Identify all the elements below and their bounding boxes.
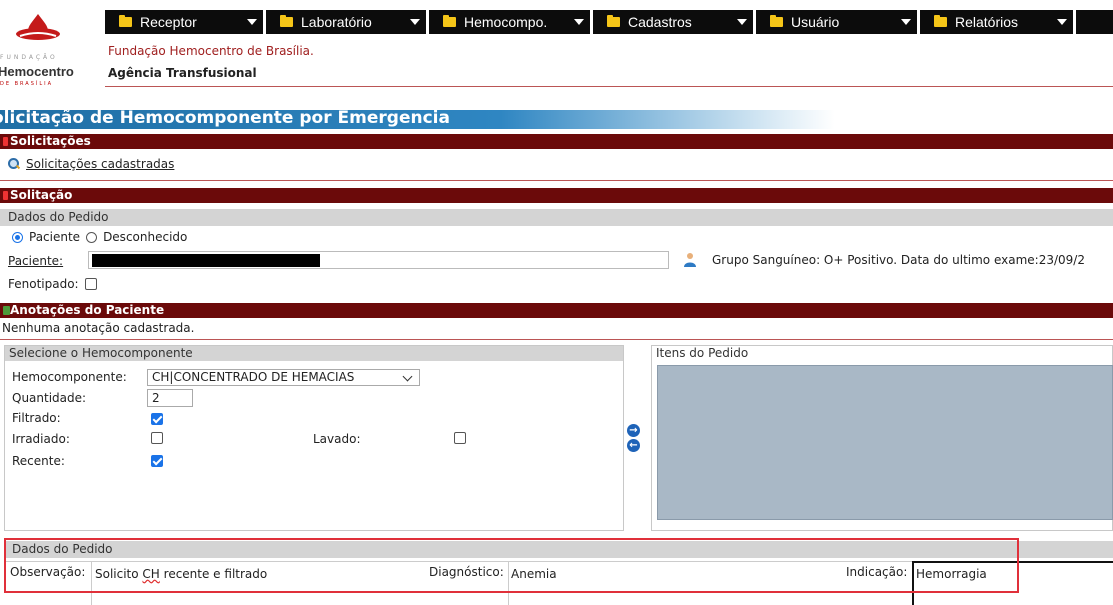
anotacoes-empty-message: Nenhuma anotação cadastrada. (2, 321, 195, 335)
remove-item-arrow-icon[interactable]: ← (627, 439, 640, 452)
menu-receptor[interactable]: Receptor (105, 10, 266, 34)
header-divider (105, 86, 1113, 87)
recente-label: Recente: (12, 454, 65, 468)
dropdown-caret-icon (410, 19, 420, 25)
logo-sub-text: DE BRASÍLIA (0, 81, 54, 87)
dropdown-caret-icon (1057, 19, 1067, 25)
menu-relatorios[interactable]: Relatórios (920, 10, 1076, 34)
section-solitacao[interactable]: Solitação (0, 188, 1113, 203)
blood-drop-logo-icon (16, 14, 60, 40)
itens-pedido-list[interactable] (657, 365, 1113, 520)
dropdown-caret-icon (901, 19, 911, 25)
chevron-down-icon (402, 371, 413, 382)
irradiado-label: Irradiado: (12, 432, 70, 446)
filtrado-checkbox[interactable] (151, 413, 163, 425)
patient-label[interactable]: Paciente: (8, 254, 63, 268)
folder-icon (770, 15, 783, 27)
radio-paciente[interactable] (12, 231, 23, 243)
dropdown-caret-icon (574, 19, 584, 25)
section-title: Solitação (10, 188, 73, 202)
section-anotacoes[interactable]: Anotações do Paciente (0, 303, 1113, 318)
main-menu-bar: Receptor Laboratório Hemocompo. Cadastro… (105, 10, 1113, 34)
section-solicitacoes[interactable]: Solicitações (0, 134, 1113, 149)
radio-desconhecido-label: Desconhecido (103, 230, 188, 244)
hemocomponente-select[interactable]: CH|CONCENTRADO DE HEMACIAS (147, 369, 420, 386)
add-item-arrow-icon[interactable]: → (627, 424, 640, 437)
fenotipado-checkbox[interactable] (84, 278, 97, 290)
redacted-patient-name (92, 254, 320, 267)
menu-label: Cadastros (628, 14, 692, 30)
solicitacoes-link-row: Solicitações cadastradas (8, 157, 174, 171)
dropdown-caret-icon (247, 19, 257, 25)
folder-icon (443, 15, 456, 27)
lavado-checkbox[interactable] (454, 432, 466, 444)
radio-paciente-label: Paciente (29, 230, 81, 244)
fenotipado-label: Fenotipado: (8, 277, 79, 291)
menu-usuario[interactable]: Usuário (756, 10, 920, 34)
menu-cadastros[interactable]: Cadastros (593, 10, 756, 34)
notes-icon (3, 306, 10, 315)
menu-label: Relatórios (955, 14, 1019, 30)
panel-title: Itens do Pedido (652, 346, 1112, 361)
quantidade-label: Quantidade: (12, 391, 87, 405)
lavado-label: Lavado: (313, 432, 361, 446)
solicitacoes-cadastradas-link[interactable]: Solicitações cadastradas (26, 157, 174, 171)
irradiado-checkbox[interactable] (151, 432, 163, 444)
fenotipado-row: Fenotipado: (8, 277, 97, 291)
hemocentro-logo: FUNDAÇÃO Hemocentro DE BRASÍLIA (0, 0, 105, 100)
menu-hemocompo[interactable]: Hemocompo. (429, 10, 593, 34)
hemocomponente-selected: CH|CONCENTRADO DE HEMACIAS (152, 370, 355, 384)
page-title: olicitação de Hemocomponente por Emergen… (0, 108, 450, 128)
dados-pedido-header: Dados do Pedido (0, 209, 1113, 226)
section-toggle-icon (3, 137, 8, 146)
radio-desconhecido[interactable] (86, 231, 98, 243)
organization-name: Fundação Hemocentro de Brasília. (108, 44, 314, 58)
menu-label: Receptor (140, 14, 197, 30)
patient-type-radio-group: Paciente Desconhecido (12, 230, 187, 244)
menu-laboratorio[interactable]: Laboratório (266, 10, 429, 34)
logo-name: Hemocentro (0, 64, 74, 79)
hemocomponente-label: Hemocomponente: (12, 370, 127, 384)
recente-checkbox[interactable] (151, 455, 163, 467)
divider (0, 339, 1113, 340)
filtrado-label: Filtrado: (12, 411, 61, 425)
folder-icon (607, 15, 620, 27)
section-title: Solicitações (10, 134, 91, 148)
divider (0, 180, 1113, 181)
section-title: Anotações do Paciente (10, 303, 165, 317)
menu-label: Usuário (791, 14, 840, 30)
folder-icon (280, 15, 293, 27)
patient-user-icon[interactable] (683, 252, 697, 268)
logo-small-text: FUNDAÇÃO (0, 54, 58, 61)
folder-icon (119, 15, 132, 27)
agency-name: Agência Transfusional (108, 66, 257, 80)
dropdown-caret-icon (737, 19, 747, 25)
section-toggle-icon (3, 191, 8, 200)
quantidade-input[interactable]: 2 (147, 389, 193, 407)
menu-label: Hemocompo. (464, 14, 548, 30)
menu-label: Laboratório (301, 14, 372, 30)
folder-icon (934, 15, 947, 27)
blood-group-info: Grupo Sanguíneo: O+ Positivo. Data do ul… (712, 253, 1085, 267)
patient-input[interactable] (88, 251, 669, 269)
search-icon (8, 158, 20, 170)
panel-title: Selecione o Hemocomponente (5, 346, 623, 361)
highlight-annotation-box (4, 538, 1019, 593)
